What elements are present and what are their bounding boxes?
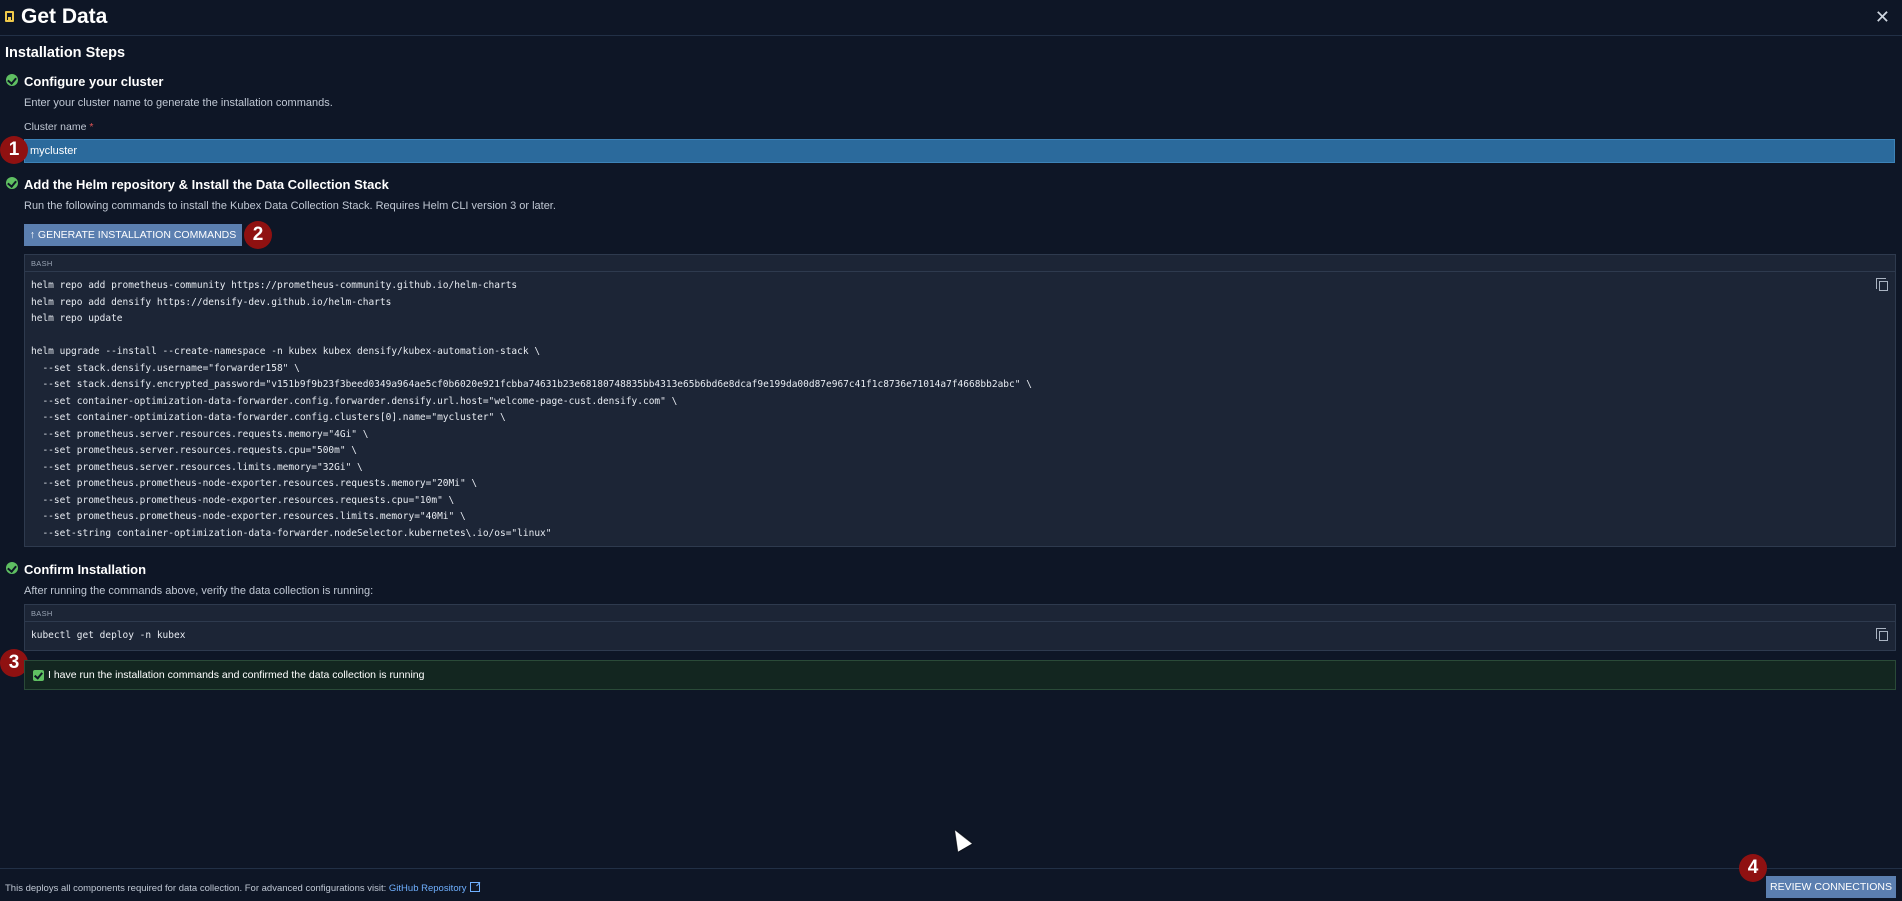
step-badge-4: 4 xyxy=(1739,854,1767,882)
step-badge-2: 2 xyxy=(244,221,272,249)
code-line: helm repo add densify https://densify-de… xyxy=(31,296,392,308)
check-circle-icon xyxy=(6,74,18,86)
github-link-label[interactable]: GitHub Repository xyxy=(389,883,467,894)
code-line: --set prometheus.prometheus-node-exporte… xyxy=(31,494,455,506)
step-title-configure: Configure your cluster xyxy=(24,74,164,89)
github-repository-link[interactable]: GitHub Repository xyxy=(389,882,480,894)
step-title-confirm: Confirm Installation xyxy=(24,562,147,577)
step-desc-helm: Run the following commands to install th… xyxy=(24,200,556,212)
cluster-name-label: Cluster name * xyxy=(24,121,93,133)
dialog-footer: This deploys all components required for… xyxy=(0,868,1902,901)
code-line: --set prometheus.prometheus-node-exporte… xyxy=(31,511,466,522)
code-line: helm repo update xyxy=(31,313,123,324)
step-desc-confirm: After running the commands above, verify… xyxy=(24,585,374,597)
section-title: Installation Steps xyxy=(5,45,126,61)
external-link-icon xyxy=(469,882,480,892)
code-line: --set prometheus.server.resources.limits… xyxy=(31,461,363,473)
dialog-title: Get Data xyxy=(21,5,108,28)
code-line: --set-string container-optimization-data… xyxy=(31,527,552,539)
code-line: helm repo add prometheus-community https… xyxy=(31,280,518,291)
code-line: --set container-optimization-data-forwar… xyxy=(31,412,506,423)
required-mark: * xyxy=(89,121,94,133)
code-line: --set prometheus.server.resources.reques… xyxy=(31,445,358,456)
code-line: --set stack.densify.username="forwarder1… xyxy=(31,362,300,374)
review-connections-button[interactable]: REVIEW CONNECTIONS xyxy=(1766,876,1896,898)
code-content[interactable]: helm repo add prometheus-community https… xyxy=(25,272,1895,548)
code-line: --set prometheus.server.resources.reques… xyxy=(31,428,369,440)
helm-code-block: BASH helm repo add prometheus-community … xyxy=(24,254,1896,547)
cluster-name-label-text: Cluster name xyxy=(24,121,87,133)
kubectl-code-block: BASH kubectl get deploy -n kubex xyxy=(24,604,1896,651)
code-line: --set container-optimization-data-forwar… xyxy=(31,395,678,407)
step-badge-1: 1 xyxy=(0,136,28,164)
step-desc-configure: Enter your cluster name to generate the … xyxy=(24,97,333,109)
footer-note: This deploys all components required for… xyxy=(5,881,480,894)
mouse-cursor-icon xyxy=(948,826,972,852)
code-line: --set stack.densify.encrypted_password="… xyxy=(31,379,1032,390)
check-circle-icon xyxy=(6,177,18,189)
confirm-checkbox[interactable] xyxy=(33,670,44,681)
check-circle-icon xyxy=(6,562,18,574)
code-line: --set prometheus.prometheus-node-exporte… xyxy=(31,478,478,489)
bookmark-icon xyxy=(5,11,14,22)
code-content[interactable]: kubectl get deploy -n kubex xyxy=(25,622,1895,651)
generate-commands-button[interactable]: ↑ GENERATE INSTALLATION COMMANDS xyxy=(24,224,242,246)
code-language-label: BASH xyxy=(25,605,1895,622)
dialog-header: Get Data ✕ xyxy=(0,0,1902,36)
copy-icon[interactable] xyxy=(1876,278,1888,291)
footer-note-text: This deploys all components required for… xyxy=(5,883,387,894)
close-icon[interactable]: ✕ xyxy=(1875,7,1890,28)
code-line: kubectl get deploy -n kubex xyxy=(31,630,186,641)
code-language-label: BASH xyxy=(25,255,1895,272)
copy-icon[interactable] xyxy=(1876,628,1888,641)
confirm-checkbox-row[interactable]: I have run the installation commands and… xyxy=(24,660,1896,690)
step-title-helm: Add the Helm repository & Install the Da… xyxy=(24,177,389,192)
cluster-name-input[interactable] xyxy=(24,139,1895,163)
confirm-checkbox-label[interactable]: I have run the installation commands and… xyxy=(48,669,424,681)
code-line: helm upgrade --install --create-namespac… xyxy=(31,346,541,357)
